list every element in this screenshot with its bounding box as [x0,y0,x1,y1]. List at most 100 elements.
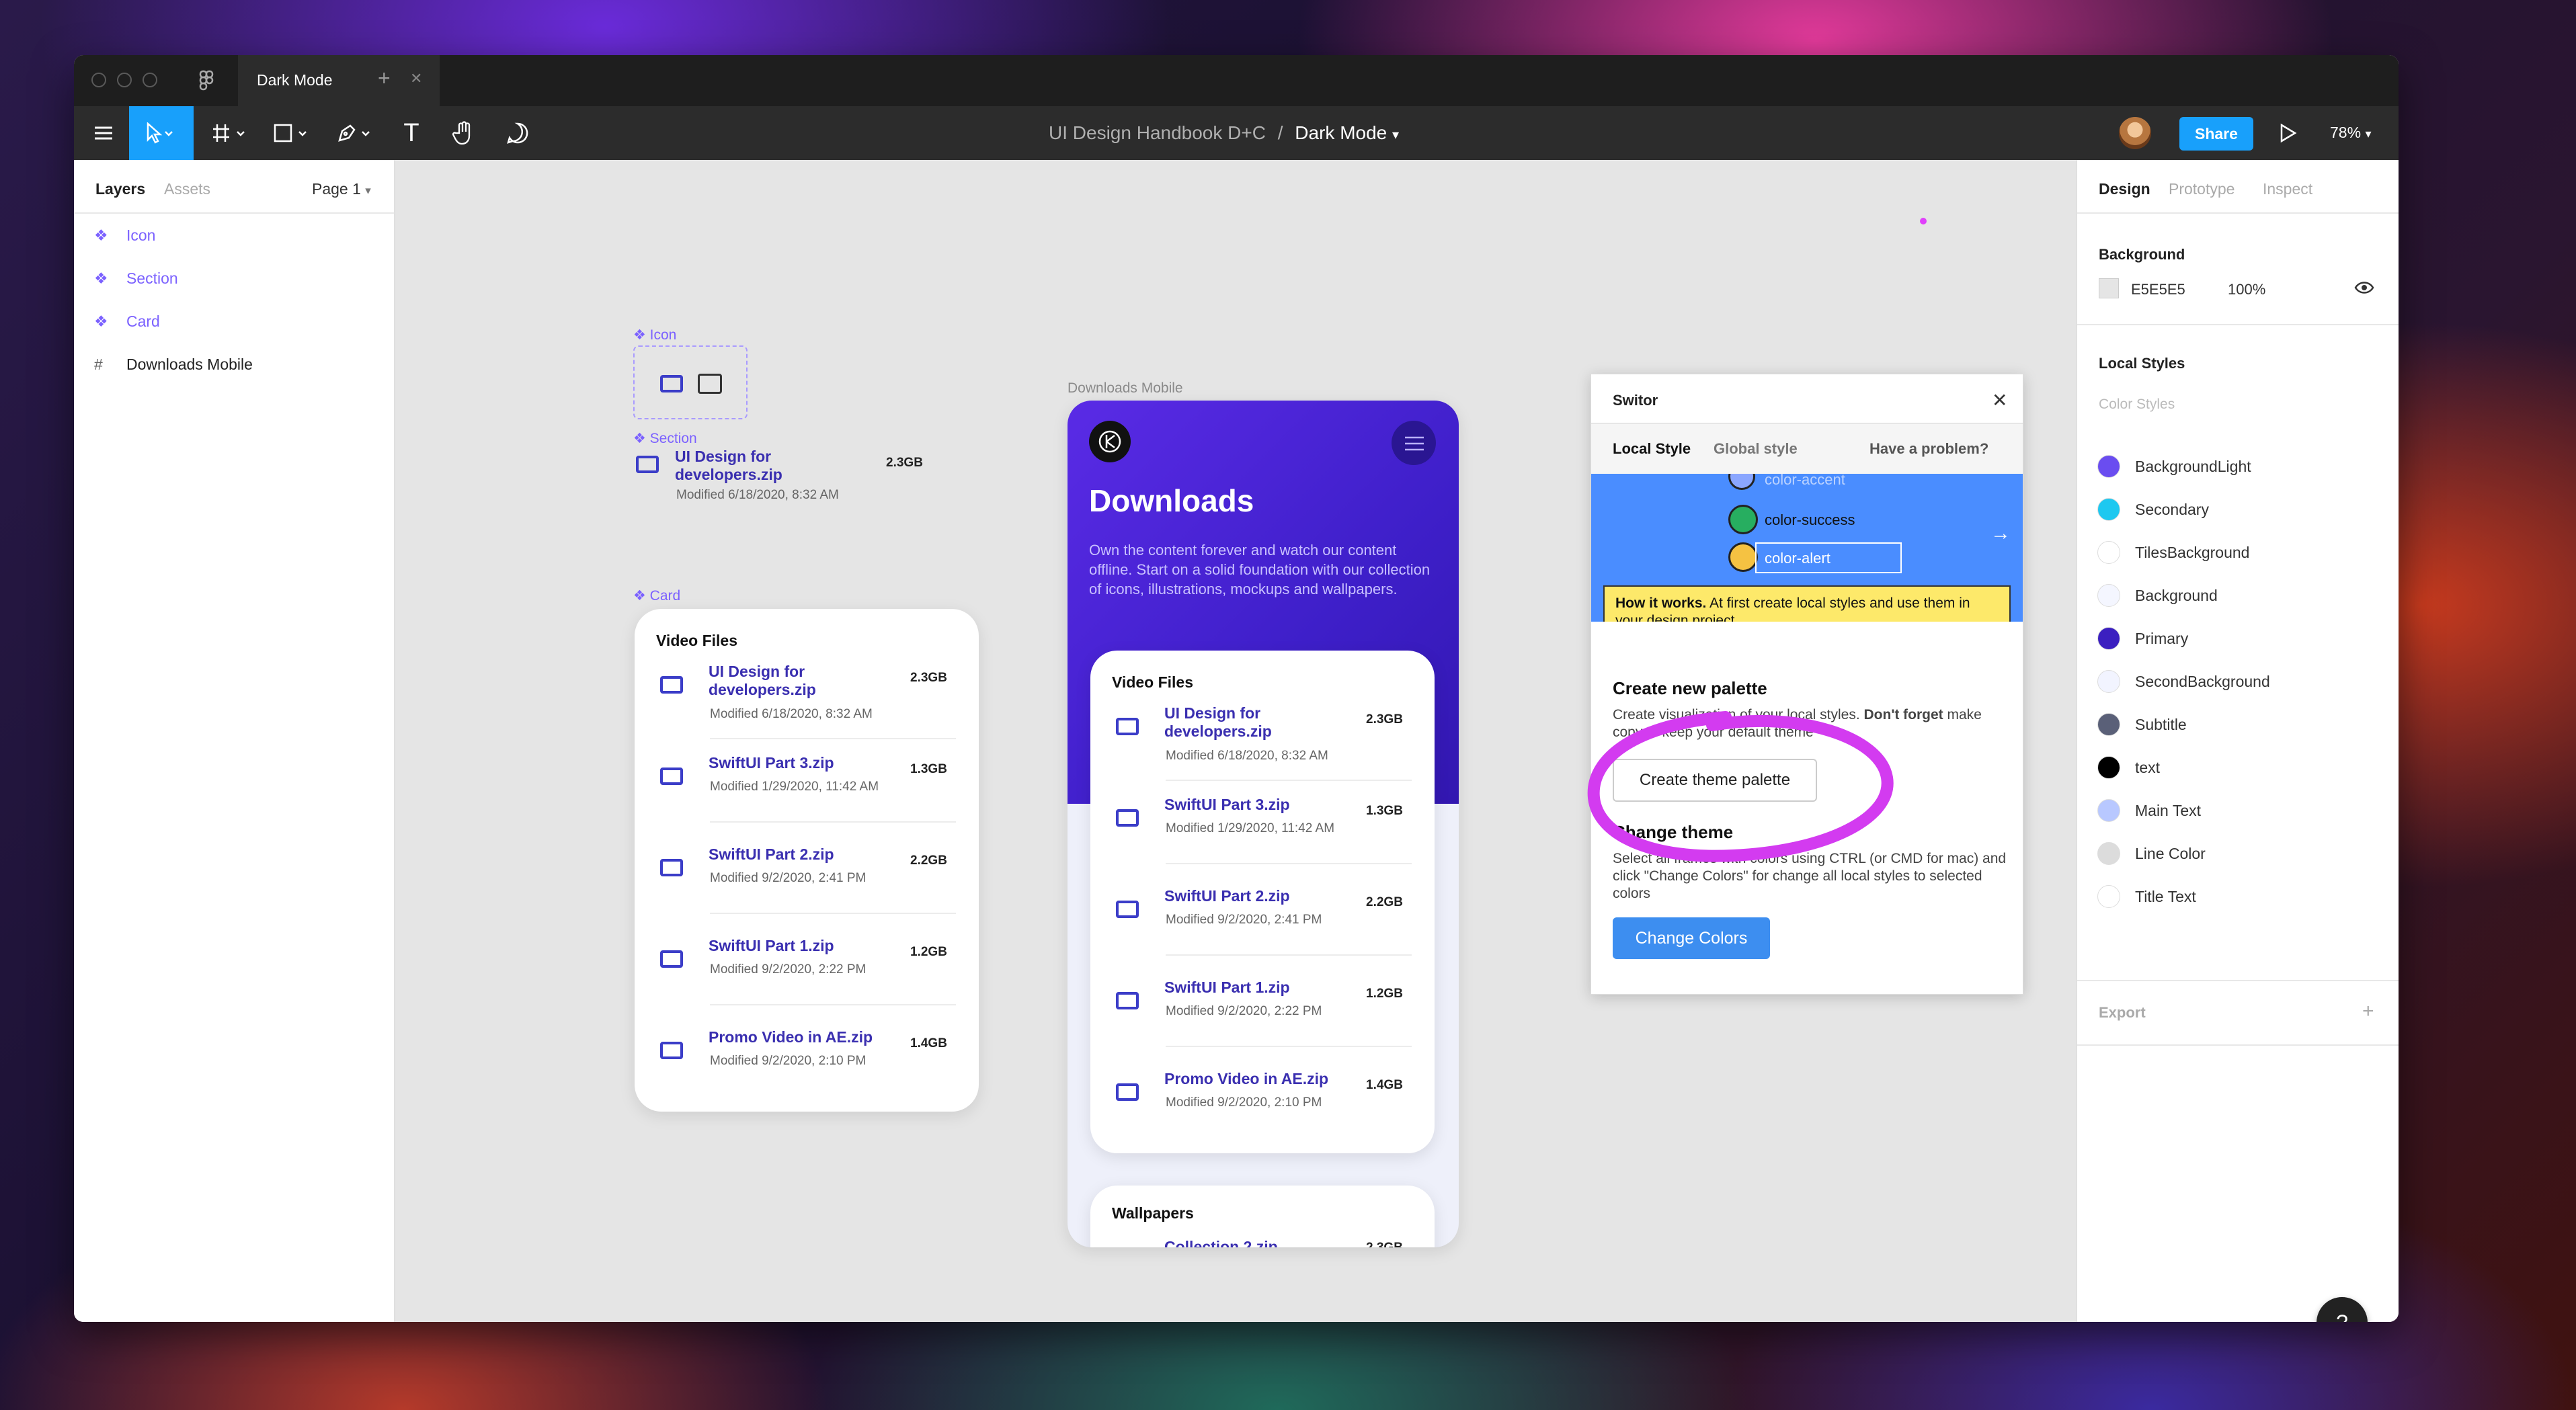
layer-downloads-mobile[interactable]: # Downloads Mobile [94,351,253,378]
background-hex[interactable]: E5E5E5 [2131,281,2185,298]
file-icon [636,456,659,473]
cursor-icon [147,122,173,144]
color-name-input[interactable]: color-alert [1755,542,1902,573]
background-swatch[interactable] [2099,278,2119,298]
layer-icon[interactable]: ❖ Icon [94,222,155,249]
zoom-window-button[interactable] [143,73,157,87]
close-window-button[interactable] [91,73,106,87]
color-swatch-alert[interactable] [1728,542,1758,572]
tab-local-style[interactable]: Local Style [1613,440,1691,458]
color-style-item[interactable]: Line Color [2097,840,2206,867]
tab-layers[interactable]: Layers [95,180,145,198]
file-size: 1.3GB [910,762,947,776]
hand-tool-icon[interactable] [448,117,480,149]
color-style-item[interactable]: Title Text [2097,883,2196,910]
list-item[interactable]: SwiftUI Part 3.zip Modified 1/29/2020, 1… [635,754,979,845]
color-style-label: Primary [2135,629,2189,647]
frame-tool-icon[interactable] [207,117,254,149]
add-export-button[interactable]: + [2362,1000,2374,1023]
rectangle-tool-icon[interactable] [269,117,316,149]
how-it-works-note: How it works. At first create local styl… [1603,585,2011,622]
tab-inspect[interactable]: Inspect [2263,180,2312,198]
logo-icon[interactable] [1089,421,1131,462]
color-style-item[interactable]: text [2097,754,2160,781]
list-item[interactable]: SwiftUI Part 2.zip Modified 9/2/2020, 2:… [1090,887,1435,979]
video-files-card[interactable]: Video Files UI Design for developers.zip… [635,609,979,1112]
list-item[interactable]: SwiftUI Part 2.zip Modified 9/2/2020, 2:… [635,845,979,937]
close-icon[interactable]: ✕ [1992,389,2007,411]
background-opacity[interactable]: 100% [2228,281,2265,298]
tab-assets[interactable]: Assets [164,180,210,198]
close-tab-icon[interactable]: ✕ [410,70,422,87]
icon-component[interactable] [633,345,748,419]
comment-tool-icon[interactable] [501,117,534,149]
plugin-title: Switor [1613,392,1658,409]
color-style-item[interactable]: Main Text [2097,797,2201,824]
list-item[interactable]: Promo Video in AE.zip Modified 9/2/2020,… [635,1028,979,1120]
wallpapers-card[interactable]: Wallpapers Collection 2.zip 2.3GB [1090,1186,1435,1247]
color-style-item[interactable]: Secondary [2097,496,2209,523]
card-title: Video Files [1112,673,1194,691]
color-style-item[interactable]: Primary [2097,625,2188,652]
tab-global-style[interactable]: Global style [1714,440,1798,458]
color-swatch-success[interactable] [1728,505,1758,534]
move-tool-button[interactable] [129,106,194,160]
new-tab-button[interactable]: + [378,66,391,91]
minimize-window-button[interactable] [117,73,132,87]
switor-plugin-window[interactable]: Switor ✕ Local Style Global style Have a… [1587,374,2023,995]
present-play-icon[interactable] [2278,122,2298,147]
section-component[interactable]: UI Design for developers.zip Modified 6/… [633,448,942,508]
list-item[interactable]: SwiftUI Part 3.zip Modified 1/29/2020, 1… [1090,796,1435,887]
note-title: How it works. [1615,595,1707,611]
page-label: Page 1 [312,180,361,198]
layer-section[interactable]: ❖ Section [94,265,178,292]
tab-prototype[interactable]: Prototype [2169,180,2235,198]
list-item[interactable]: UI Design for developers.zip Modified 6/… [1090,704,1435,796]
text-tool-icon[interactable]: T [395,117,428,149]
zoom-dropdown[interactable]: 78% ▾ [2330,124,2371,142]
file-modified: Modified 1/29/2020, 11:42 AM [1166,821,1335,835]
file-tab[interactable]: Dark Mode ✕ [238,55,440,106]
color-style-item[interactable]: BackgroundLight [2097,453,2251,480]
list-item[interactable]: SwiftUI Part 1.zip Modified 9/2/2020, 2:… [1090,979,1435,1070]
breadcrumb-project[interactable]: UI Design Handbook D+C [1049,122,1266,143]
divider [710,1004,956,1005]
eye-icon[interactable] [2354,280,2374,299]
page-selector[interactable]: Page 1 ▾ [312,180,371,198]
color-style-item[interactable]: TilesBackground [2097,539,2249,566]
breadcrumb-file[interactable]: Dark Mode [1295,122,1387,143]
mobile-title: Downloads [1089,483,1254,518]
color-style-item[interactable]: SecondBackground [2097,668,2270,695]
avatar[interactable] [2119,117,2151,149]
color-style-item[interactable]: Subtitle [2097,711,2187,738]
canvas[interactable]: ❖ Icon ❖ Section UI Design for developer… [395,160,2076,1322]
tab-have-a-problem[interactable]: Have a problem? [1869,440,1988,458]
chevron-down-icon[interactable]: ▾ [1392,128,1399,142]
color-style-item[interactable]: Background [2097,582,2218,609]
list-item[interactable]: UI Design for developers.zip Modified 6/… [635,663,979,754]
hamburger-menu-button[interactable] [1392,421,1436,465]
section-frame-label: ❖ Section [633,431,697,446]
help-button[interactable]: ? [2317,1297,2368,1322]
breadcrumb: UI Design Handbook D+C / Dark Mode ▾ [1049,122,1399,144]
change-theme-title: Change theme [1613,822,1734,842]
change-colors-button[interactable]: Change Colors [1613,917,1770,959]
mobile-video-files-card[interactable]: Video Files UI Design for developers.zip… [1090,651,1435,1153]
file-name: SwiftUI Part 2.zip [709,845,834,863]
file-size: 2.2GB [1366,895,1403,909]
create-theme-palette-button[interactable]: Create theme palette [1613,759,1817,802]
list-item[interactable]: SwiftUI Part 1.zip Modified 9/2/2020, 2:… [635,937,979,1028]
layer-card[interactable]: ❖ Card [94,308,160,335]
pen-tool-icon[interactable] [332,117,379,149]
tab-design[interactable]: Design [2099,180,2150,198]
list-item[interactable]: Promo Video in AE.zip Modified 9/2/2020,… [1090,1070,1435,1161]
menu-icon[interactable] [87,117,120,149]
figma-logo-icon[interactable] [196,70,216,91]
file-icon [660,1042,683,1059]
downloads-mobile-frame[interactable]: Downloads Own the content forever and wa… [1068,401,1459,1247]
file-size: 2.3GB [1366,712,1403,727]
card-title: Wallpapers [1112,1204,1194,1222]
arrow-right-icon[interactable]: → [1990,522,2011,545]
color-swatch-accent[interactable] [1728,474,1755,490]
share-button[interactable]: Share [2179,117,2253,151]
